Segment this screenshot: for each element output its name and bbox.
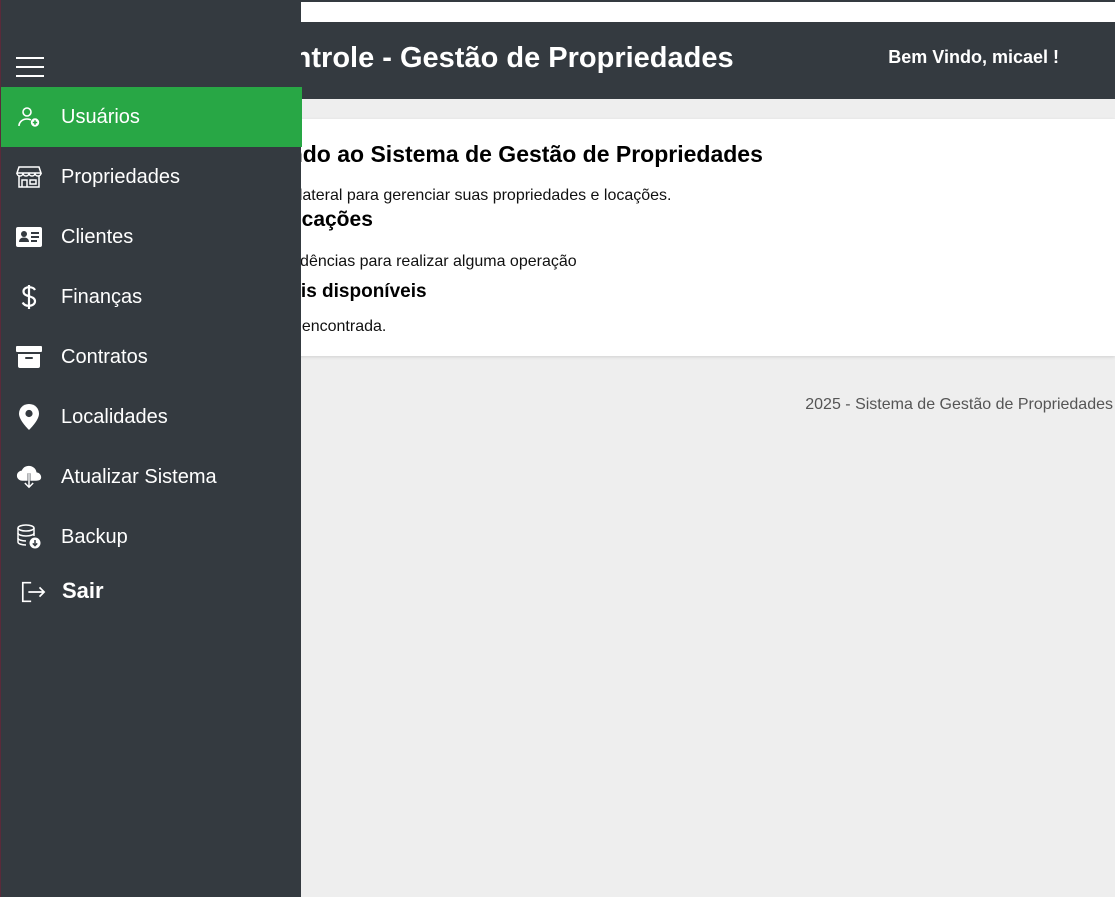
sidebar-item-contratos[interactable]: Contratos — [1, 327, 302, 387]
sidebar-item-label: Contratos — [61, 345, 148, 368]
welcome-message: Bem Vindo, micael ! — [888, 47, 1059, 67]
location-pin-icon — [16, 404, 42, 430]
sidebar-nav: Usuários Propriedades Clientes Finanças … — [1, 87, 302, 567]
sidebar-item-atualizar-sistema[interactable]: Atualizar Sistema — [1, 447, 302, 507]
dollar-icon — [16, 284, 42, 310]
logout-button[interactable]: Sair — [1, 567, 302, 617]
shop-icon — [16, 164, 42, 190]
sidebar-item-label: Propriedades — [61, 165, 180, 188]
sidebar-item-label: Usuários — [61, 105, 140, 128]
logout-label: Sair — [62, 578, 104, 603]
user-plus-icon — [16, 104, 42, 130]
sidebar-item-label: Finanças — [61, 285, 143, 308]
logout-icon — [20, 579, 46, 605]
app-window: Controle - Gestão de Propriedades Bem Vi… — [0, 0, 1115, 897]
sidebar-item-label: Atualizar Sistema — [61, 465, 217, 488]
archive-icon — [16, 344, 42, 370]
footer-text: 2025 - Sistema de Gestão de Propriedades — [805, 396, 1113, 413]
sidebar-item-usuarios[interactable]: Usuários — [1, 87, 302, 147]
sidebar-item-backup[interactable]: Backup — [1, 507, 302, 567]
cloud-download-icon — [16, 464, 42, 490]
sidebar-item-propriedades[interactable]: Propriedades — [1, 147, 302, 207]
sidebar-item-label: Clientes — [61, 225, 134, 248]
sidebar-item-label: Backup — [61, 525, 128, 548]
database-download-icon — [16, 524, 42, 550]
page-title: Controle - Gestão de Propriedades — [255, 42, 734, 74]
sidebar-item-label: Localidades — [61, 405, 168, 428]
sidebar-item-financas[interactable]: Finanças — [1, 267, 302, 327]
menu-toggle-icon[interactable] — [16, 57, 44, 81]
sidebar-item-localidades[interactable]: Localidades — [1, 387, 302, 447]
sidebar-item-clientes[interactable]: Clientes — [1, 207, 302, 267]
id-card-icon — [16, 224, 42, 250]
sidebar: Usuários Propriedades Clientes Finanças … — [0, 0, 302, 897]
